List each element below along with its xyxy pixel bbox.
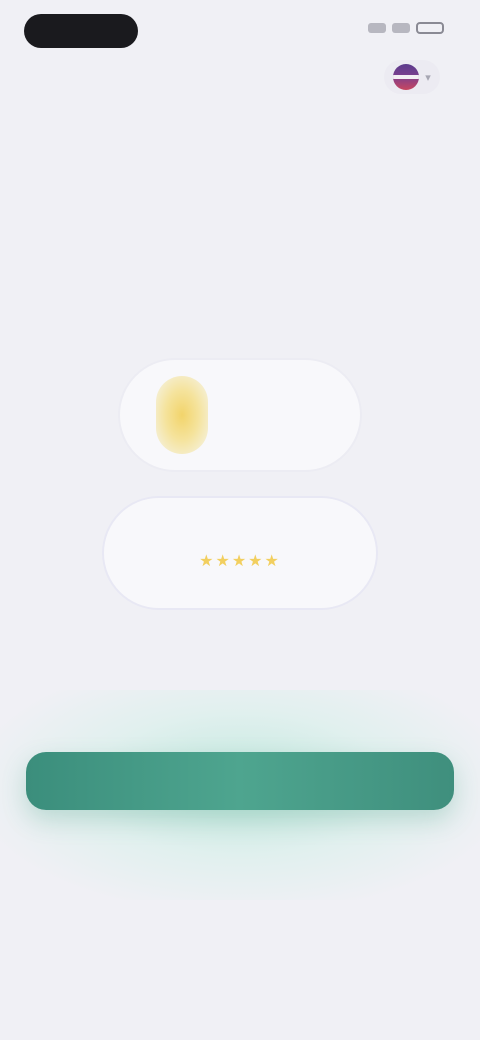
dynamic-island bbox=[24, 14, 138, 48]
flag-icon bbox=[393, 64, 420, 90]
signal-icon bbox=[368, 23, 386, 33]
primary-cta-button[interactable] bbox=[26, 752, 454, 810]
users-badge: ★★★★★ bbox=[104, 498, 376, 608]
chevron-down-icon: ▾ bbox=[425, 71, 431, 84]
star-rating-icon: ★★★★★ bbox=[199, 553, 281, 570]
laurel-icon bbox=[156, 376, 208, 454]
status-icons bbox=[368, 22, 444, 34]
rating-badge-text bbox=[228, 411, 328, 419]
status-bar bbox=[0, 0, 480, 60]
rating-badge bbox=[120, 360, 360, 470]
wifi-icon bbox=[392, 23, 410, 33]
battery-icon bbox=[416, 22, 444, 34]
language-selector-button[interactable]: ▾ bbox=[384, 60, 440, 94]
users-badge-text: ★★★★★ bbox=[199, 535, 281, 571]
